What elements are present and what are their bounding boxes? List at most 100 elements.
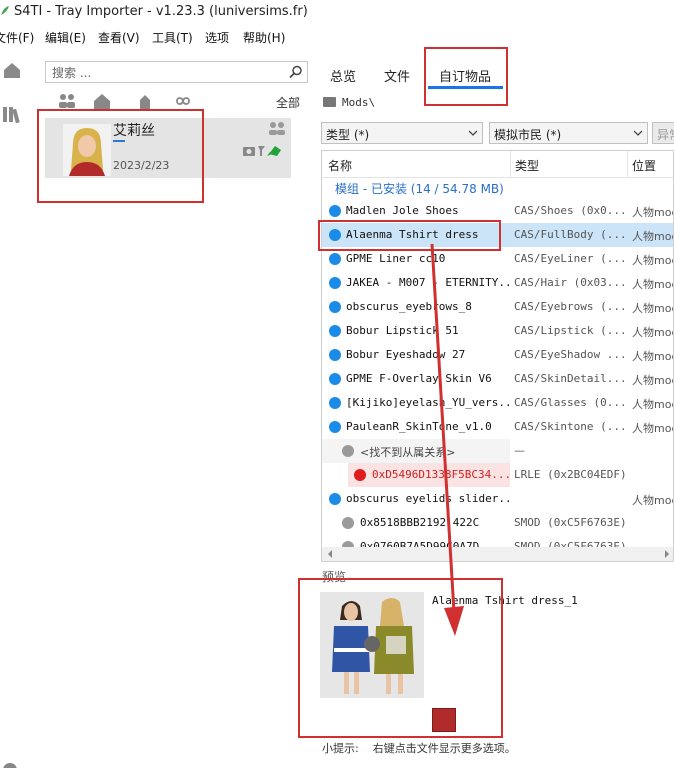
column-location[interactable]: 位置 <box>632 157 656 174</box>
mod-location: 人物mod <box>632 350 674 363</box>
error-dot <box>354 469 366 481</box>
breadcrumb-path: Mods\ <box>342 96 376 109</box>
list-item[interactable]: obscurus eyelids slider... 人物mod <box>322 487 673 511</box>
status-dot <box>342 517 354 529</box>
status-dot <box>329 373 341 385</box>
status-dot <box>329 277 341 289</box>
mod-name: PauleanR_SkinTone_v1.0 <box>346 420 492 433</box>
mod-location: 人物mod <box>632 302 674 315</box>
household-filter-icon[interactable] <box>90 92 114 110</box>
tab-highlight <box>424 47 508 106</box>
menu-tools[interactable]: 工具(T) <box>152 29 193 46</box>
mod-name: [Kijiko]eyelash_YU_vers... <box>346 396 511 409</box>
library-icon[interactable] <box>2 104 22 124</box>
mod-name: JAKEA - M007 - ETERNITY... <box>346 276 511 289</box>
mod-location: 人物mod <box>632 422 674 435</box>
tab-overview[interactable]: 总览 <box>330 66 356 85</box>
status-dot <box>329 397 341 409</box>
infinity-filter-icon[interactable] <box>171 92 195 110</box>
menu-edit[interactable]: 编辑(E) <box>45 29 86 46</box>
column-type[interactable]: 类型 <box>515 157 539 174</box>
menu-file[interactable]: 文件(F) <box>0 29 34 46</box>
chevron-down-icon <box>469 130 477 136</box>
status-dot <box>329 301 341 313</box>
search-input[interactable] <box>50 63 284 83</box>
mod-name: GPME Liner cc10 <box>346 252 446 265</box>
anomaly-button-label: 异常 <box>657 128 674 142</box>
mod-type: CAS/EyeShadow ... <box>514 348 626 361</box>
search-box <box>45 61 308 83</box>
lot-filter-icon[interactable] <box>133 92 157 110</box>
sim-status-icons <box>243 122 285 156</box>
mod-name: Bobur Lipstick 51 <box>346 324 459 337</box>
settings-icon[interactable] <box>0 760 20 768</box>
mod-location: 人物mod <box>632 254 674 267</box>
status-dot <box>329 349 341 361</box>
selected-row-highlight <box>318 220 501 251</box>
status-dot <box>329 493 341 505</box>
mod-name: Madlen Jole Shoes <box>346 204 459 217</box>
mod-location: 人物mod <box>632 206 674 219</box>
list-item[interactable]: Bobur Eyeshadow 27 CAS/EyeShadow ... 人物mod <box>322 343 674 367</box>
column-divider[interactable] <box>510 151 511 177</box>
status-dot <box>329 205 341 217</box>
missing-dependency-group[interactable]: <找不到从属关系> <box>322 439 510 463</box>
sim-card-highlight <box>37 109 204 203</box>
missing-group-type: — <box>514 444 525 457</box>
mod-type: CAS/Skintone (... <box>514 420 626 433</box>
menu-help[interactable]: 帮助(H) <box>243 29 285 46</box>
column-name[interactable]: 名称 <box>328 157 352 174</box>
mod-location: 人物mod <box>632 230 674 243</box>
scroll-left-icon[interactable] <box>326 550 334 558</box>
mod-type: CAS/SkinDetail... <box>514 372 626 385</box>
mod-name: GPME F-Overlay Skin V6 <box>346 372 492 385</box>
status-dot <box>342 445 354 457</box>
preview-highlight <box>298 578 503 738</box>
mod-name: Bobur Eyeshadow 27 <box>346 348 466 361</box>
sim-filter-select[interactable]: 模拟市民 (*) <box>489 122 648 144</box>
list-item[interactable]: Bobur Lipstick 51 CAS/Lipstick (... 人物mod <box>322 319 674 343</box>
tab-files[interactable]: 文件 <box>384 66 410 85</box>
mod-type: CAS/Shoes (0x0... <box>514 204 626 217</box>
home-icon[interactable] <box>2 60 22 80</box>
left-rail <box>0 48 26 768</box>
missing-dependency-row[interactable]: 0xD5496D1338F5BC34... LRLE (0x2BC04EDF) <box>322 463 673 487</box>
column-divider[interactable] <box>627 151 628 177</box>
installed-mods-group[interactable]: 模组 - 已安装 (14 / 54.78 MB) <box>335 180 504 197</box>
menu-options[interactable]: 选项 <box>205 29 229 46</box>
mod-location: 人物mod <box>632 326 674 339</box>
mod-type: CAS/Lipstick (... <box>514 324 626 337</box>
list-item[interactable]: GPME F-Overlay Skin V6 CAS/SkinDetail... 人… <box>322 367 673 391</box>
search-icon[interactable] <box>289 65 303 79</box>
chevron-down-icon <box>634 130 642 136</box>
type-filter-value: 类型 (*) <box>326 128 370 142</box>
horizontal-scrollbar[interactable] <box>322 547 673 561</box>
mod-type: SMOD (0xC5F6763E) <box>514 516 626 529</box>
sim-filter-value: 模拟市民 (*) <box>494 128 562 142</box>
status-dot <box>329 325 341 337</box>
folder-icon <box>323 97 336 107</box>
annotation-arrow <box>430 243 464 636</box>
title-bar: S4TI - Tray Importer - v1.23.3 (lunivers… <box>0 0 674 24</box>
list-item[interactable]: JAKEA - M007 - ETERNITY... CAS/Hair (0x03… <box>322 271 673 295</box>
mod-location: 人物mod <box>632 398 674 411</box>
list-item[interactable]: 0x8518BBB2192 422C SMOD (0xC5F6763E) <box>322 511 673 535</box>
list-item[interactable]: PauleanR_SkinTone_v1.0 CAS/Skintone (... 人… <box>322 415 674 439</box>
mod-type: CAS/Hair (0x03... <box>514 276 626 289</box>
list-item[interactable]: obscurus_eyebrows_8 CAS/Eyebrows (... 人物mo… <box>322 295 674 319</box>
app-logo-icon <box>1 6 9 15</box>
type-filter-select[interactable]: 类型 (*) <box>321 122 483 144</box>
missing-row-type: LRLE (0x2BC04EDF) <box>514 468 626 481</box>
mod-type: CAS/Eyebrows (... <box>514 300 626 313</box>
list-item[interactable]: [Kijiko]eyelash_YU_vers... CAS/Glasses (0… <box>322 391 674 415</box>
couple-filter-icon[interactable] <box>55 92 79 110</box>
scroll-right-icon[interactable] <box>663 550 671 558</box>
anomaly-button[interactable]: 异常 <box>652 122 674 144</box>
menu-view[interactable]: 查看(V) <box>98 29 140 46</box>
tip-text: 右键点击文件显示更多选项。 <box>372 742 516 755</box>
breadcrumb[interactable]: Mods\ <box>323 96 375 112</box>
all-filter-link[interactable]: 全部 <box>276 94 300 111</box>
window-title: S4TI - Tray Importer - v1.23.3 (lunivers… <box>14 4 308 19</box>
mod-type: CAS/EyeLiner (... <box>514 252 626 265</box>
status-dot <box>329 253 341 265</box>
